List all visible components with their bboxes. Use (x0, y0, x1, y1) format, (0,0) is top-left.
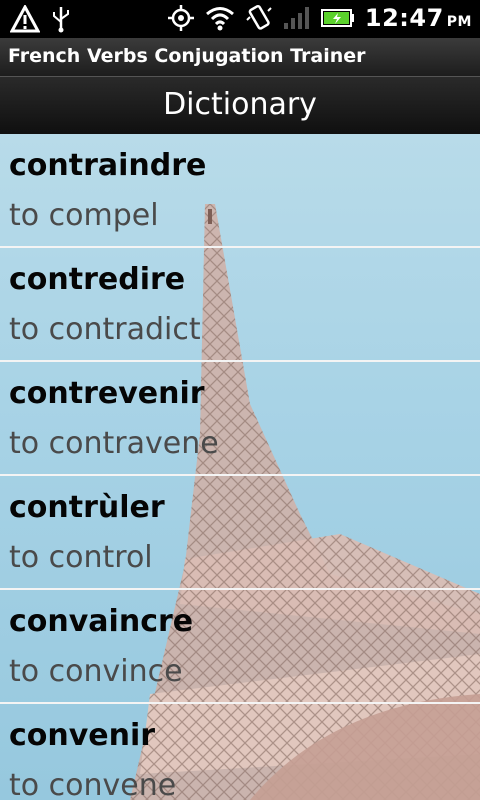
signal-icon (283, 7, 309, 29)
verb-label: convaincre (9, 604, 194, 639)
verb-label: contredire (9, 262, 186, 297)
screen-title: Dictionary (163, 87, 317, 122)
wifi-icon (205, 7, 234, 31)
translation-label: to control (9, 540, 153, 575)
clock: 12:47 PM (365, 4, 472, 32)
translation-label: to contradict (9, 312, 201, 347)
warning-icon (10, 5, 40, 33)
translation-label: to convince (9, 654, 183, 689)
translation-label: to compel (9, 198, 159, 233)
usb-icon (53, 7, 69, 33)
verb-label: convenir (9, 718, 156, 753)
vibrate-icon (246, 4, 272, 30)
translation-label: to contravene (9, 426, 219, 461)
verb-label: contraindre (9, 148, 207, 183)
screen-header: Dictionary (0, 76, 480, 135)
verb-label: contrùler (9, 490, 165, 525)
list-item[interactable]: contrevenir to contravene (0, 362, 480, 476)
verb-label: contrevenir (9, 376, 205, 411)
list-item[interactable]: convaincre to convince (0, 590, 480, 704)
gps-icon (167, 5, 194, 31)
list-item[interactable]: contraindre to compel (0, 134, 480, 248)
clock-ampm: PM (446, 14, 472, 30)
status-bar: 12:47 PM (0, 0, 480, 38)
translation-label: to convene (9, 768, 177, 800)
app-title: French Verbs Conjugation Trainer (8, 45, 366, 67)
list-item[interactable]: contrùler to control (0, 476, 480, 590)
list-item[interactable]: convenir to convene (0, 704, 480, 800)
dictionary-list-area[interactable]: contraindre to compel contredire to cont… (0, 134, 480, 800)
verb-list: contraindre to compel contredire to cont… (0, 134, 480, 800)
app-title-bar: French Verbs Conjugation Trainer (0, 38, 480, 76)
battery-icon (320, 9, 354, 27)
list-item[interactable]: contredire to contradict (0, 248, 480, 362)
clock-time: 12:47 (364, 4, 444, 32)
